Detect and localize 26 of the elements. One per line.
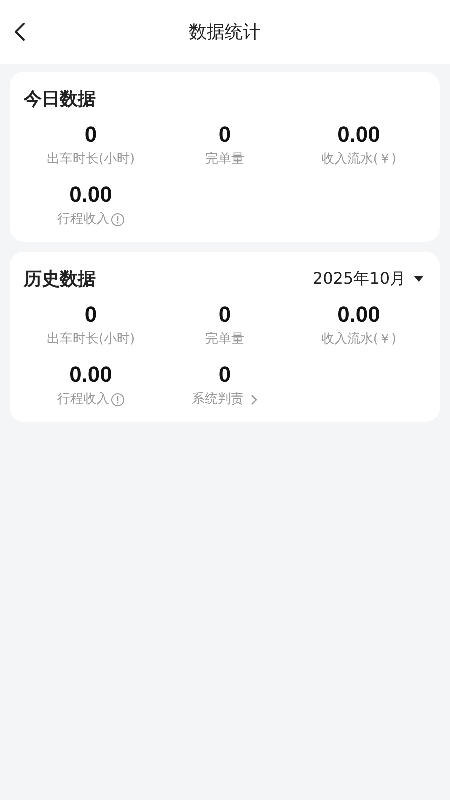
- section-title: 今日数据: [24, 88, 96, 111]
- info-icon[interactable]: [110, 213, 124, 227]
- chevron-icon: [250, 394, 258, 406]
- section-title: 历史数据: [24, 268, 96, 291]
- stat-value: 0: [84, 301, 98, 329]
- stat-value: 0.00: [70, 181, 112, 209]
- stat-value: 0.00: [338, 301, 380, 329]
- stat-value: 0: [218, 121, 232, 149]
- stat-label: 完单量: [206, 331, 244, 349]
- stat-label: 收入流水(￥): [321, 331, 397, 349]
- stat-label: 行程收入: [58, 391, 110, 409]
- stat-label: 出车时长(小时): [46, 151, 136, 169]
- stat-label: 行程收入: [58, 211, 110, 229]
- stat-label: 出车时长(小时): [46, 331, 136, 349]
- page-title: 数据统计: [189, 21, 261, 44]
- month-picker[interactable]: 2025年10月: [312, 268, 426, 290]
- stat-value: 0: [218, 301, 232, 329]
- info-icon[interactable]: [110, 393, 124, 407]
- stat-label: 完单量: [206, 151, 244, 169]
- stat-value: 0: [218, 361, 232, 389]
- back-icon[interactable]: [14, 22, 26, 42]
- dropdown-icon: [414, 276, 424, 282]
- stat-value: 0: [84, 121, 98, 149]
- stat-value: 0.00: [70, 361, 112, 389]
- stat-label: 收入流水(￥): [321, 151, 397, 169]
- stat-value: 0.00: [338, 121, 380, 149]
